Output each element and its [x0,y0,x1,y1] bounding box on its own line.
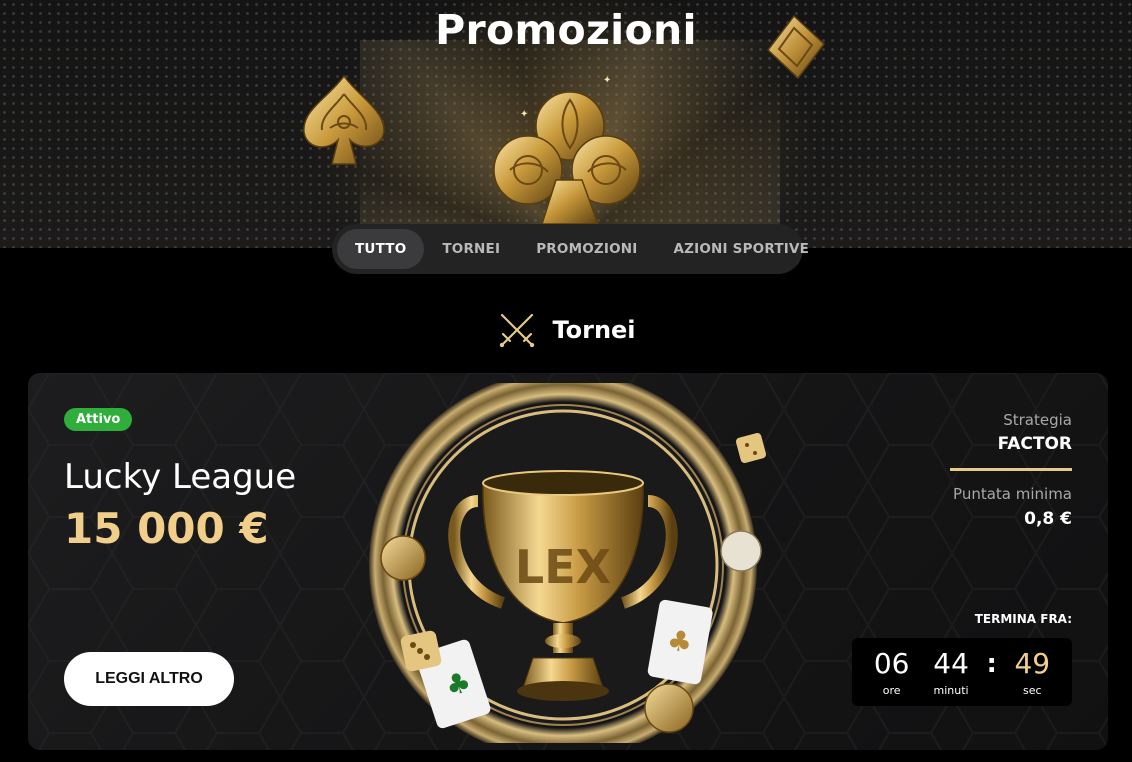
sparkle-icon: ✦ [520,109,529,120]
tournament-name: Lucky League [64,457,297,497]
tab-tutto[interactable]: TUTTO [337,229,425,269]
strategy-value: FACTOR [997,434,1072,454]
tab-tornei[interactable]: TORNEI [424,229,518,269]
tab-azioni-sportive[interactable]: AZIONI SPORTIVE [656,229,828,269]
tournament-prize: 15 000 € [64,504,269,553]
tab-promozioni[interactable]: PROMOZIONI [518,229,655,269]
hero-banner: ✦ ✦ ✦ Promozioni [0,0,1132,248]
crossed-swords-icon [500,313,535,348]
timer-separator: : [986,649,997,679]
timer-hours: 06 ore [868,646,916,697]
countdown-timer: 06 ore 44 minuti : 49 sec [852,638,1072,706]
min-bet-label: Puntata minima [953,485,1072,503]
hours-value: 06 [873,646,910,680]
sparkle-icon: ✦ [603,75,612,86]
page-title: Promozioni [435,6,697,54]
seconds-value: 49 [1014,646,1051,680]
timer-minutes: 44 minuti [927,646,975,697]
section-title: Tornei [552,316,636,344]
section-header: Tornei [0,311,1132,349]
trophy-engraving: LEX [515,540,611,594]
divider [950,468,1072,471]
read-more-button[interactable]: LEGGI ALTRO [64,652,234,706]
tournament-card: Attivo Lucky League 15 000 € LEGGI ALTRO [28,373,1108,750]
status-badge: Attivo [64,408,133,431]
spade-ornament-icon [303,74,385,165]
seconds-label: sec [1022,683,1042,697]
hours-label: ore [882,683,901,697]
club-ornament-icon [493,91,641,225]
minutes-value: 44 [933,646,969,680]
minutes-label: minuti [933,683,969,697]
min-bet-value: 0,8 € [1024,509,1072,529]
category-tabs: TUTTO TORNEI PROMOZIONI AZIONI SPORTIVE [332,224,809,274]
trophy-illustration: LEX ♣ ♣ [369,383,767,743]
timer-seconds: 49 sec [1008,646,1056,697]
ends-in-label: TERMINA FRA: [974,612,1072,626]
strategy-label: Strategia [1003,411,1072,429]
